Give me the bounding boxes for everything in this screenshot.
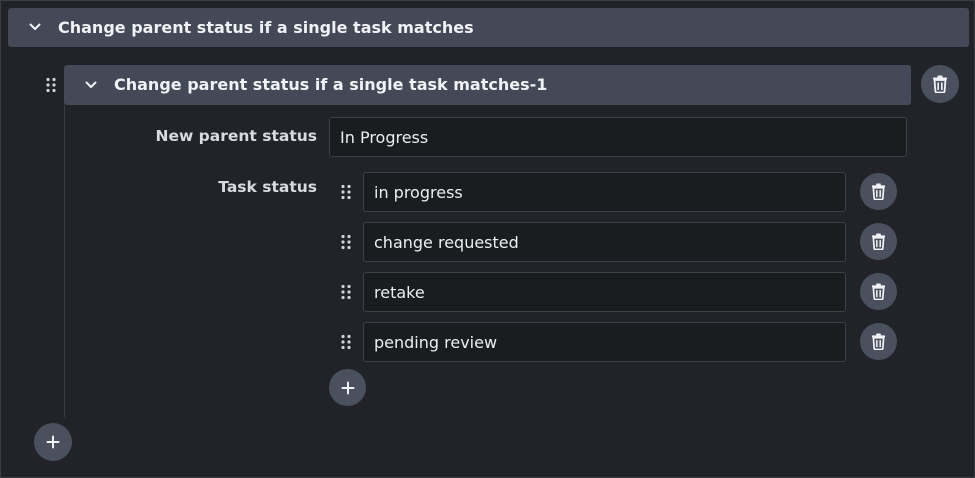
drag-handle-icon[interactable] (45, 77, 57, 93)
trash-icon (871, 333, 886, 350)
new-parent-status-label: New parent status (155, 127, 317, 145)
chevron-down-icon[interactable] (84, 78, 98, 92)
add-rule-button[interactable] (34, 423, 72, 461)
delete-rule-button[interactable] (921, 65, 959, 103)
trash-icon (871, 183, 886, 200)
trash-icon (871, 233, 886, 250)
plus-icon (341, 381, 354, 394)
trash-icon (871, 283, 886, 300)
new-parent-status-input[interactable] (329, 117, 907, 157)
delete-task-status-button[interactable] (860, 273, 897, 310)
task-status-label: Task status (218, 178, 317, 196)
section-header[interactable]: Change parent status if a single task ma… (8, 8, 969, 47)
trash-icon (933, 75, 947, 93)
task-status-input[interactable] (363, 272, 846, 312)
plus-icon (46, 435, 60, 449)
delete-task-status-button[interactable] (860, 173, 897, 210)
drag-handle-icon[interactable] (340, 234, 352, 250)
delete-task-status-button[interactable] (860, 223, 897, 260)
drag-handle-icon[interactable] (340, 334, 352, 350)
rule-title: Change parent status if a single task ma… (114, 75, 548, 94)
add-task-status-button[interactable] (329, 369, 366, 406)
chevron-down-icon[interactable] (28, 20, 42, 34)
task-status-input[interactable] (363, 222, 846, 262)
drag-handle-icon[interactable] (340, 184, 352, 200)
delete-task-status-button[interactable] (860, 323, 897, 360)
rule-header[interactable]: Change parent status if a single task ma… (64, 65, 911, 105)
task-status-input[interactable] (363, 322, 846, 362)
section-title: Change parent status if a single task ma… (58, 18, 474, 37)
drag-handle-icon[interactable] (340, 284, 352, 300)
rule-body-divider (64, 105, 65, 417)
task-status-input[interactable] (363, 172, 846, 212)
rules-panel: Change parent status if a single task ma… (0, 0, 975, 478)
